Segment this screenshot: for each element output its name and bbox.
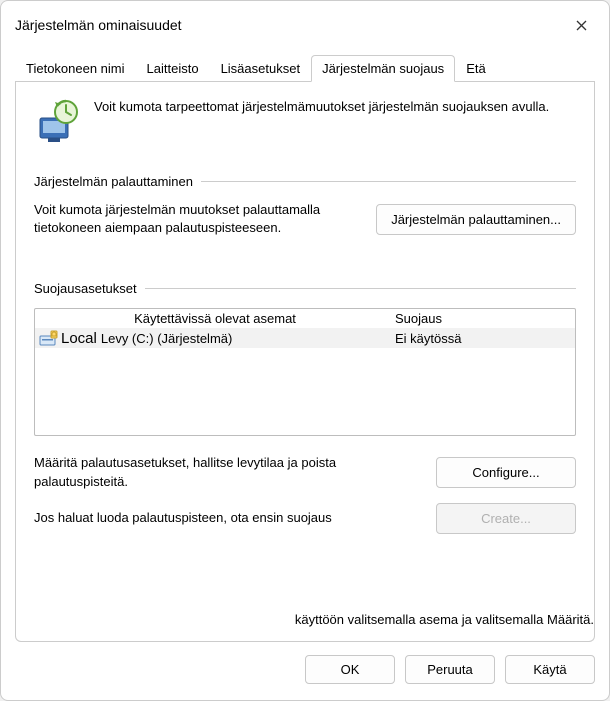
tabs: Tietokoneen nimi Laitteisto Lisäasetukse…: [1, 47, 609, 82]
divider: [145, 288, 576, 289]
system-restore-button[interactable]: Järjestelmän palauttaminen...: [376, 204, 576, 235]
window-title: Järjestelmän ominaisuudet: [15, 17, 182, 33]
tab-hardware[interactable]: Laitteisto: [136, 55, 210, 82]
drives-list[interactable]: Käytettävissä olevat asemat Suojaus Loca…: [34, 308, 576, 436]
protection-heading: Suojausasetukset: [34, 281, 137, 296]
titlebar: Järjestelmän ominaisuudet: [1, 1, 609, 47]
col-available-drives: Käytettävissä olevat asemat: [35, 311, 395, 326]
system-properties-window: Järjestelmän ominaisuudet Tietokoneen ni…: [0, 0, 610, 701]
drive-local-label: Local: [61, 330, 97, 347]
close-button[interactable]: [567, 11, 595, 39]
intro-text: Voit kumota tarpeettomat järjestelmämuut…: [94, 98, 549, 116]
col-protection: Suojaus: [395, 311, 575, 326]
tab-remote[interactable]: Etä: [455, 55, 497, 82]
configure-button[interactable]: Configure...: [436, 457, 576, 488]
restore-description: Voit kumota järjestelmän muutokset palau…: [34, 201, 364, 237]
cancel-button[interactable]: Peruuta: [405, 655, 495, 684]
drive-protection-status: Ei käytössä: [395, 331, 571, 346]
tab-panel-protection: Voit kumota tarpeettomat järjestelmämuut…: [15, 82, 595, 642]
restore-heading: Järjestelmän palauttaminen: [34, 174, 193, 189]
tab-computer-name[interactable]: Tietokoneen nimi: [15, 55, 136, 82]
divider: [201, 181, 576, 182]
close-icon: [576, 20, 587, 31]
drive-name: Levy (C:) (Järjestelmä): [101, 331, 395, 346]
ok-button[interactable]: OK: [305, 655, 395, 684]
create-button: Create...: [436, 503, 576, 534]
configure-description: Määritä palautusasetukset, hallitse levy…: [34, 454, 424, 490]
system-restore-icon: [34, 98, 82, 146]
create-note: käyttöön valitsemalla asema ja valitsema…: [52, 612, 594, 627]
create-description: Jos haluat luoda palautuspisteen, ota en…: [34, 509, 424, 527]
dialog-buttons: OK Peruuta Käytä: [305, 655, 595, 684]
drives-header: Käytettävissä olevat asemat Suojaus: [35, 309, 575, 328]
tab-advanced[interactable]: Lisäasetukset: [210, 55, 312, 82]
apply-button[interactable]: Käytä: [505, 655, 595, 684]
drive-row[interactable]: Local Levy (C:) (Järjestelmä) Ei käytöss…: [35, 328, 575, 348]
drive-icon: [39, 329, 59, 347]
tab-system-protection[interactable]: Järjestelmän suojaus: [311, 55, 455, 82]
